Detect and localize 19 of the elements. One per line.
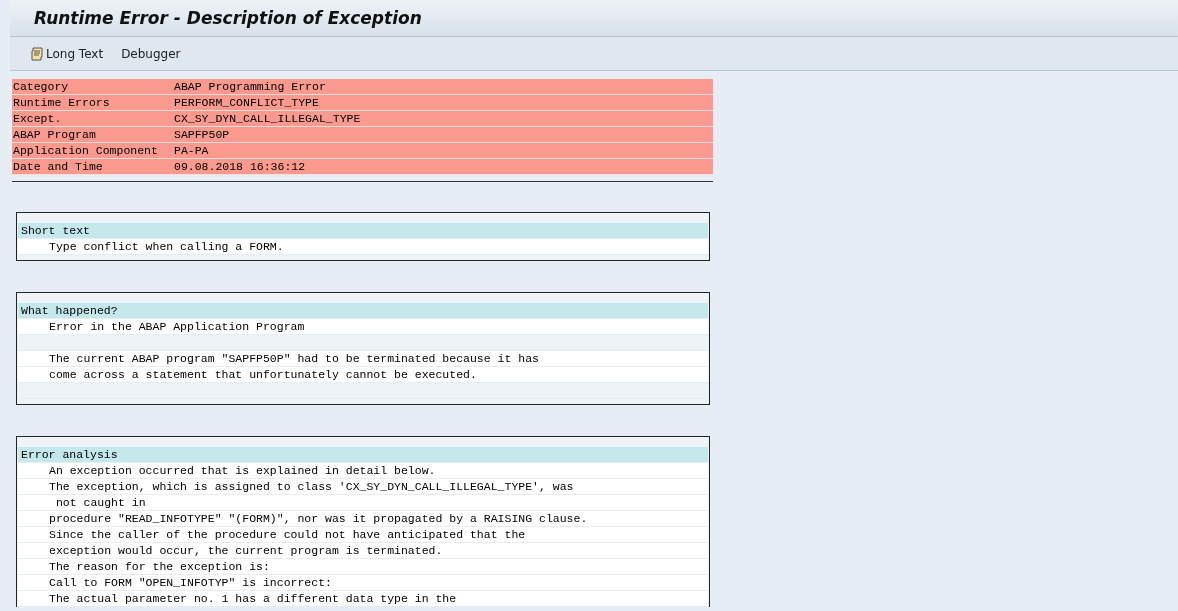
scroll-icon — [30, 46, 44, 61]
field-value: 09.08.2018 16:36:12 — [174, 159, 306, 174]
section-heading: Short text — [18, 223, 708, 239]
long-text-button[interactable]: Long Text — [24, 44, 110, 63]
field-label: Runtime Errors — [13, 95, 111, 110]
field-label: Category — [13, 79, 70, 94]
field-label: Application Component — [13, 143, 159, 158]
field-value: CX_SY_DYN_CALL_ILLEGAL_TYPE — [174, 111, 361, 126]
field-value: PERFORM_CONFLICT_TYPE — [174, 95, 319, 110]
field-value: SAPFP50P — [174, 127, 230, 142]
window-title: Runtime Error - Description of Exception — [34, 8, 422, 28]
field-label: Date and Time — [13, 159, 104, 174]
section-heading: Error analysis — [18, 447, 708, 463]
section-heading: What happened? — [18, 303, 708, 319]
debugger-button[interactable]: Debugger — [115, 44, 187, 63]
field-value: PA-PA — [174, 143, 209, 158]
field-label: Except. — [13, 111, 63, 126]
field-value: ABAP Programming Error — [174, 79, 326, 94]
field-label: ABAP Program — [13, 127, 97, 142]
